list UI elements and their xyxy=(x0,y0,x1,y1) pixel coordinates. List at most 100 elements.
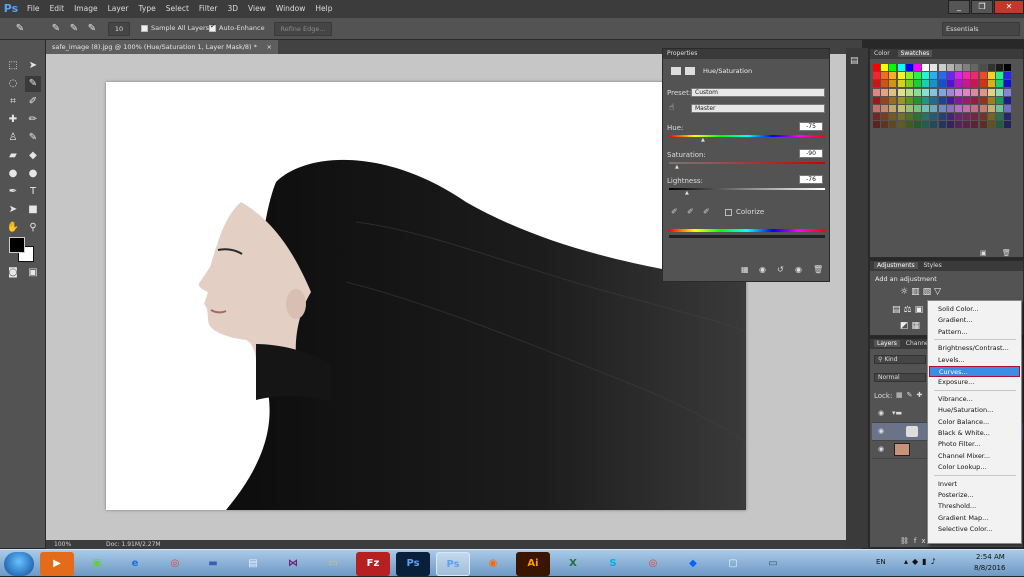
menu-option[interactable]: Solid Color... xyxy=(929,304,1020,315)
mask-icon[interactable] xyxy=(685,67,695,75)
color-swatch[interactable] xyxy=(979,64,987,71)
quick-selection-icon[interactable]: ✎ xyxy=(12,21,28,37)
language-indicator[interactable]: EN xyxy=(876,558,886,566)
color-swatch[interactable] xyxy=(979,96,987,104)
color-swatch[interactable] xyxy=(922,72,930,80)
color-swatch[interactable] xyxy=(897,72,905,80)
color-swatch[interactable] xyxy=(1004,96,1012,104)
menu-option[interactable]: Color Lookup... xyxy=(929,462,1020,473)
color-swatch[interactable] xyxy=(881,113,889,121)
color-swatch[interactable] xyxy=(971,80,979,88)
clock-date[interactable]: 8/8/2016 xyxy=(974,564,1005,572)
visibility-icon[interactable]: ◉ xyxy=(795,265,802,274)
color-swatch[interactable] xyxy=(897,105,905,112)
color-swatch[interactable] xyxy=(963,105,971,112)
color-swatch[interactable] xyxy=(930,64,938,71)
new-swatch-icon[interactable]: ▣ xyxy=(980,249,987,257)
color-swatch[interactable] xyxy=(930,96,938,104)
photoshop-active-taskbar-icon[interactable]: Ps xyxy=(436,552,470,576)
filezilla-icon[interactable]: Fz xyxy=(356,552,390,576)
paint-bucket-icon[interactable]: ◆ xyxy=(25,148,41,164)
color-swatch[interactable] xyxy=(914,96,921,104)
blur-icon[interactable]: ● xyxy=(5,166,21,182)
color-swatch[interactable] xyxy=(955,64,962,71)
color-swatch[interactable] xyxy=(955,88,962,96)
book-icon[interactable]: ▬ xyxy=(196,552,230,576)
screen-mode-icon[interactable]: ▣ xyxy=(25,265,41,281)
menu-option[interactable]: Brightness/Contrast... xyxy=(929,343,1020,354)
lasso-icon[interactable]: ◌ xyxy=(5,76,21,92)
clone-stamp-icon[interactable]: ♙ xyxy=(5,130,21,146)
menu-option[interactable]: Hue/Saturation... xyxy=(929,405,1020,416)
color-swatch[interactable] xyxy=(881,64,889,71)
color-swatch[interactable] xyxy=(881,72,889,80)
color-swatch[interactable] xyxy=(938,64,946,71)
minimize-button[interactable]: _ xyxy=(948,0,970,14)
hue-input[interactable]: -75 xyxy=(799,122,823,131)
menu-item[interactable]: Select xyxy=(161,0,194,18)
color-swatch[interactable] xyxy=(897,96,905,104)
color-swatch[interactable] xyxy=(1004,80,1012,88)
color-swatch[interactable] xyxy=(1004,64,1012,71)
color-swatch[interactable] xyxy=(987,80,995,88)
color-swatch[interactable] xyxy=(946,96,954,104)
tab-layers[interactable]: Layers xyxy=(874,340,900,347)
color-swatch[interactable] xyxy=(1004,113,1012,121)
targeted-adjustment-icon[interactable]: ☝ xyxy=(669,103,674,113)
color-swatch[interactable] xyxy=(873,121,880,129)
color-swatch[interactable] xyxy=(930,88,938,96)
color-swatch[interactable] xyxy=(905,105,913,112)
color-swatch[interactable] xyxy=(979,121,987,129)
color-swatch[interactable] xyxy=(889,105,897,112)
menu-item[interactable]: Filter xyxy=(194,0,223,18)
color-swatch[interactable] xyxy=(938,105,946,112)
eye-icon[interactable]: ◉ xyxy=(878,409,884,417)
eye-icon[interactable]: ◉ xyxy=(878,445,884,453)
subtract-selection-icon[interactable]: ✎ xyxy=(84,21,100,37)
brush-icon[interactable]: ✏ xyxy=(25,112,41,128)
color-swatch[interactable] xyxy=(873,88,880,96)
color-swatch[interactable] xyxy=(881,96,889,104)
quick-selection-icon[interactable]: ✎ xyxy=(25,76,41,92)
view-previous-icon[interactable]: ◉ xyxy=(759,265,766,274)
rectangle-icon[interactable]: ■ xyxy=(25,202,41,218)
color-swatch[interactable] xyxy=(905,113,913,121)
color-swatch[interactable] xyxy=(922,64,930,71)
app-green-icon[interactable]: ▣ xyxy=(80,552,114,576)
visual-studio-icon[interactable]: ⋈ xyxy=(276,552,310,576)
color-swatch[interactable] xyxy=(905,72,913,80)
tab-adjustments[interactable]: Adjustments xyxy=(874,262,918,269)
menu-option[interactable]: Channel Mixer... xyxy=(929,451,1020,462)
color-swatch[interactable] xyxy=(881,121,889,129)
lightness-slider-thumb[interactable]: ▲ xyxy=(685,190,689,196)
media-player-icon[interactable]: ▶ xyxy=(40,552,74,576)
color-swatch[interactable] xyxy=(889,80,897,88)
color-swatch[interactable] xyxy=(996,121,1003,129)
color-swatch[interactable] xyxy=(963,72,971,80)
menu-option[interactable]: Pattern... xyxy=(929,327,1020,338)
menu-item[interactable]: Edit xyxy=(45,0,70,18)
menu-item[interactable]: Type xyxy=(134,0,161,18)
saturation-slider-thumb[interactable]: ▲ xyxy=(675,164,679,170)
close-button[interactable]: ✕ xyxy=(994,0,1024,14)
color-swatch[interactable] xyxy=(873,96,880,104)
color-swatch[interactable] xyxy=(963,80,971,88)
menu-option[interactable]: Levels... xyxy=(929,355,1020,366)
restore-button[interactable]: ❐ xyxy=(971,0,993,14)
color-swatch[interactable] xyxy=(971,96,979,104)
color-swatch[interactable] xyxy=(996,72,1003,80)
hue-slider-track[interactable] xyxy=(669,135,825,137)
color-swatch[interactable] xyxy=(914,72,921,80)
color-swatch[interactable] xyxy=(971,64,979,71)
color-swatch[interactable] xyxy=(963,88,971,96)
hue-slider-thumb[interactable]: ▲ xyxy=(701,137,705,143)
eyedropper-icon[interactable]: ✐ xyxy=(671,207,678,216)
properties-tab[interactable]: Properties xyxy=(663,49,829,59)
color-swatch[interactable] xyxy=(946,88,954,96)
color-swatch[interactable] xyxy=(987,121,995,129)
menu-option[interactable]: Posterize... xyxy=(929,490,1020,501)
sample-all-layers-checkbox[interactable] xyxy=(141,25,148,32)
color-swatch[interactable] xyxy=(922,88,930,96)
color-swatch[interactable] xyxy=(946,105,954,112)
menu-option[interactable]: Gradient... xyxy=(929,315,1020,326)
